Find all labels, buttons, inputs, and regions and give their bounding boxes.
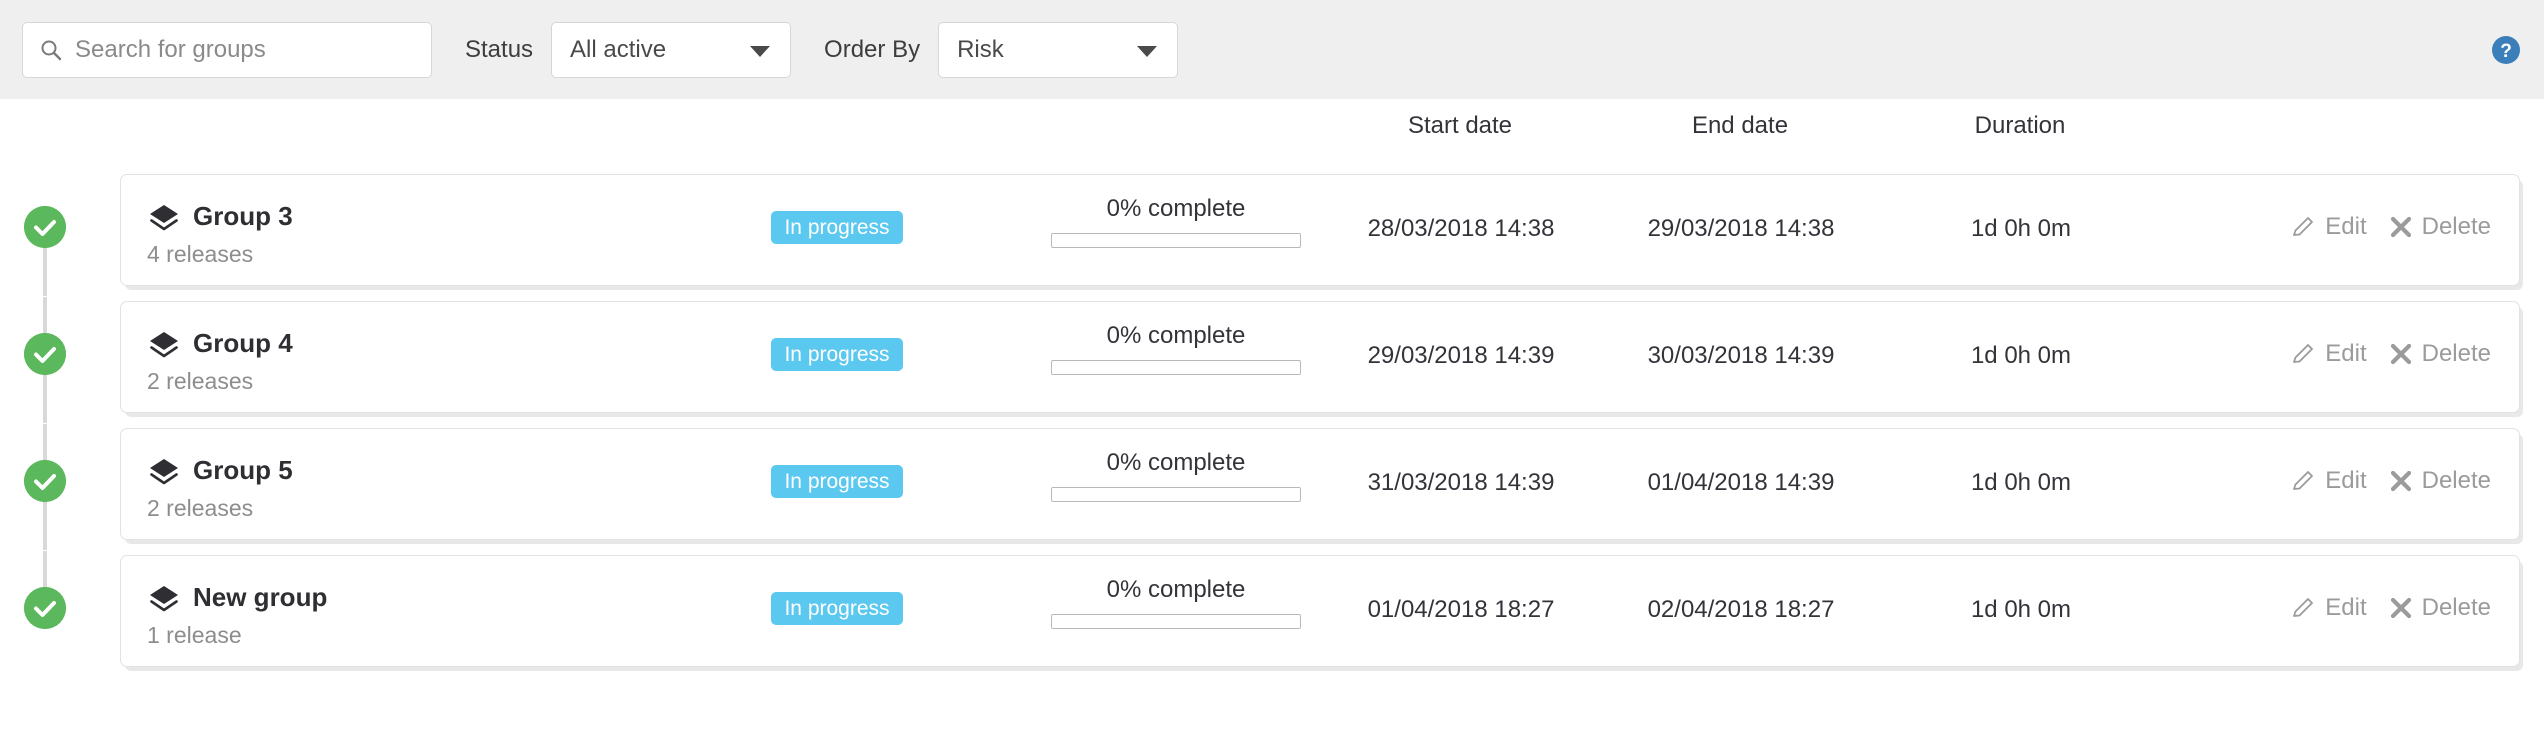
edit-button[interactable]: Edit	[2290, 213, 2367, 241]
group-name: Group 5	[193, 455, 293, 485]
progress-label: 0% complete	[1106, 322, 1246, 349]
edit-label: Edit	[2325, 213, 2367, 240]
status-badge: In progress	[771, 592, 903, 625]
progress-label: 0% complete	[1106, 576, 1246, 603]
column-header-end-date: End date	[1691, 112, 1789, 139]
status-badge: In progress	[771, 338, 903, 371]
delete-button[interactable]: Delete	[2389, 340, 2491, 368]
group-card[interactable]: Group 5 2 releases In progress 0% comple…	[120, 428, 2520, 540]
progress-section: 0% complete	[1051, 576, 1301, 629]
cell-duration: 1d 0h 0m	[1970, 342, 2072, 369]
layers-icon	[150, 332, 178, 358]
group-card[interactable]: Group 4 2 releases In progress 0% comple…	[120, 301, 2520, 413]
group-name: Group 3	[193, 201, 293, 231]
close-x-icon	[2390, 216, 2411, 238]
cell-end-date: 01/04/2018 14:39	[1647, 469, 1835, 496]
delete-label: Delete	[2421, 467, 2491, 494]
group-row[interactable]: Group 5 2 releases In progress 0% comple…	[0, 424, 2544, 550]
order-by-filter-value: Risk	[957, 35, 1004, 63]
group-name: New group	[193, 582, 328, 612]
chevron-down-icon	[1137, 45, 1158, 57]
order-by-filter-select[interactable]: Risk	[938, 21, 1179, 78]
edit-label: Edit	[2325, 340, 2367, 367]
status-check-icon	[24, 587, 66, 629]
cell-end-date: 29/03/2018 14:38	[1647, 215, 1835, 242]
group-row[interactable]: Group 4 2 releases In progress 0% comple…	[0, 297, 2544, 423]
delete-label: Delete	[2421, 213, 2491, 240]
group-release-count: 4 releases	[147, 241, 254, 267]
row-actions: Edit Delete	[2290, 213, 2491, 241]
progress-bar	[1051, 487, 1301, 502]
group-release-count: 1 release	[147, 622, 242, 648]
column-header-duration: Duration	[1974, 112, 2066, 139]
group-card[interactable]: Group 3 4 releases In progress 0% comple…	[120, 174, 2520, 286]
progress-bar	[1051, 360, 1301, 375]
row-actions: Edit Delete	[2290, 467, 2491, 495]
delete-label: Delete	[2421, 594, 2491, 621]
cell-duration: 1d 0h 0m	[1970, 469, 2072, 496]
row-actions: Edit Delete	[2290, 594, 2491, 622]
cell-end-date: 02/04/2018 18:27	[1647, 596, 1835, 623]
edit-label: Edit	[2325, 594, 2367, 621]
help-circle-icon[interactable]: ?	[2491, 35, 2521, 65]
search-box[interactable]	[22, 21, 432, 78]
chevron-down-icon	[750, 45, 771, 57]
search-input[interactable]	[75, 35, 415, 64]
status-filter-value: All active	[570, 35, 667, 63]
pencil-icon	[2293, 471, 2314, 490]
status-filter-label: Status	[465, 35, 534, 63]
cell-start-date: 29/03/2018 14:39	[1367, 342, 1555, 369]
progress-section: 0% complete	[1051, 195, 1301, 248]
status-badge: In progress	[771, 211, 903, 244]
cell-end-date: 30/03/2018 14:39	[1647, 342, 1835, 369]
status-check-icon	[24, 460, 66, 502]
column-header-start-date: Start date	[1407, 112, 1513, 139]
edit-label: Edit	[2325, 467, 2367, 494]
pencil-icon	[2293, 598, 2314, 617]
delete-label: Delete	[2421, 340, 2491, 367]
order-by-filter-label: Order By	[824, 35, 921, 63]
close-x-icon	[2390, 343, 2411, 365]
cell-duration: 1d 0h 0m	[1970, 215, 2072, 242]
svg-text:?: ?	[2500, 41, 2512, 62]
edit-button[interactable]: Edit	[2290, 340, 2367, 368]
group-row[interactable]: Group 3 4 releases In progress 0% comple…	[0, 170, 2544, 296]
progress-section: 0% complete	[1051, 322, 1301, 375]
progress-bar	[1051, 614, 1301, 629]
edit-button[interactable]: Edit	[2290, 467, 2367, 495]
cell-duration: 1d 0h 0m	[1970, 596, 2072, 623]
progress-section: 0% complete	[1051, 449, 1301, 502]
search-icon	[41, 40, 62, 60]
group-release-count: 2 releases	[147, 495, 254, 521]
delete-button[interactable]: Delete	[2389, 213, 2491, 241]
group-list: Group 3 4 releases In progress 0% comple…	[0, 170, 2544, 678]
column-headers: Start date End date Duration	[0, 112, 2544, 152]
close-x-icon	[2390, 597, 2411, 619]
cell-start-date: 01/04/2018 18:27	[1367, 596, 1555, 623]
delete-button[interactable]: Delete	[2389, 467, 2491, 495]
group-release-count: 2 releases	[147, 368, 254, 394]
group-row[interactable]: New group 1 release In progress 0% compl…	[0, 551, 2544, 677]
progress-bar	[1051, 233, 1301, 248]
pencil-icon	[2293, 217, 2314, 236]
progress-label: 0% complete	[1106, 195, 1246, 222]
status-check-icon	[24, 333, 66, 375]
filter-toolbar: Status All active Order By Risk ?	[0, 0, 2544, 99]
cell-start-date: 28/03/2018 14:38	[1367, 215, 1555, 242]
group-card[interactable]: New group 1 release In progress 0% compl…	[120, 555, 2520, 667]
cell-start-date: 31/03/2018 14:39	[1367, 469, 1555, 496]
status-filter-select[interactable]: All active	[551, 21, 792, 78]
row-actions: Edit Delete	[2290, 340, 2491, 368]
layers-icon	[150, 459, 178, 485]
group-name: Group 4	[193, 328, 293, 358]
progress-label: 0% complete	[1106, 449, 1246, 476]
layers-icon	[150, 586, 178, 612]
delete-button[interactable]: Delete	[2389, 594, 2491, 622]
edit-button[interactable]: Edit	[2290, 594, 2367, 622]
status-check-icon	[24, 206, 66, 248]
pencil-icon	[2293, 344, 2314, 363]
layers-icon	[150, 205, 178, 231]
close-x-icon	[2390, 470, 2411, 492]
status-badge: In progress	[771, 465, 903, 498]
